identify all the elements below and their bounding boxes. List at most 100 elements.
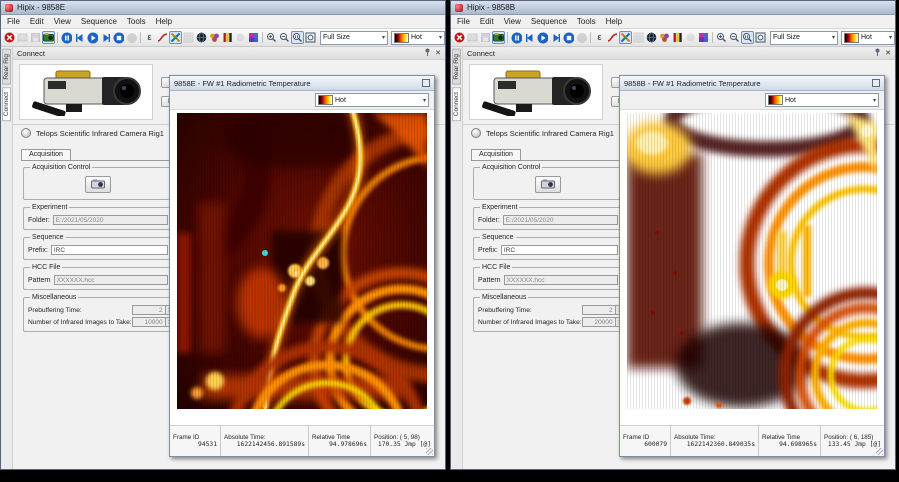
prefix-field[interactable]: [501, 245, 618, 255]
thermal-image[interactable]: [177, 113, 427, 409]
pixel-wizard-icon[interactable]: [619, 31, 632, 44]
pattern-field[interactable]: [504, 275, 618, 285]
zoom-level-select[interactable]: Full Size▾: [770, 31, 838, 45]
window-titlebar[interactable]: Hipix - 9858B: [451, 1, 895, 15]
step-forward-icon[interactable]: [99, 31, 112, 44]
connect-camera-icon[interactable]: [492, 31, 505, 44]
viewer-titlebar[interactable]: 9858E - FW #1 Radiometric Temperature: [170, 76, 434, 91]
globe-icon[interactable]: [195, 31, 208, 44]
menu-view[interactable]: View: [504, 17, 521, 26]
record-icon[interactable]: [575, 31, 588, 44]
maximize-icon[interactable]: [872, 79, 880, 87]
side-tab-connect[interactable]: Connect: [2, 87, 11, 121]
tab-acquisition[interactable]: Acquisition: [21, 149, 71, 160]
calibration-curve-icon[interactable]: [156, 31, 169, 44]
viewer-window: 9858E - FW #1 Radiometric Temperature Ho…: [169, 75, 435, 457]
record-icon[interactable]: [125, 31, 138, 44]
pause-icon[interactable]: [60, 31, 73, 44]
menu-edit[interactable]: Edit: [480, 17, 494, 26]
zoom-level-select[interactable]: Full Size▾: [320, 31, 388, 45]
viewer-colormap-select[interactable]: Hot ▾: [315, 93, 429, 107]
maximize-icon[interactable]: [422, 79, 430, 87]
overlay-icon[interactable]: [684, 31, 697, 44]
stop-icon[interactable]: [112, 31, 125, 44]
camera-photo: [19, 64, 153, 120]
overlay-icon[interactable]: [234, 31, 247, 44]
colormap-icon[interactable]: [697, 31, 710, 44]
menu-view[interactable]: View: [54, 17, 71, 26]
side-tab-connect[interactable]: Connect: [452, 87, 461, 121]
menu-edit[interactable]: Edit: [30, 17, 44, 26]
pin-icon[interactable]: [874, 48, 881, 58]
start-acquisition-button[interactable]: [85, 176, 111, 193]
resize-grip[interactable]: [426, 448, 433, 455]
zoom-out-icon[interactable]: [728, 31, 741, 44]
save-icon[interactable]: [479, 31, 492, 44]
connect-camera-icon[interactable]: [42, 31, 55, 44]
open-icon[interactable]: [466, 31, 479, 44]
colormap-select[interactable]: Hot▾: [841, 31, 895, 45]
zoom-actual-size-icon[interactable]: [741, 31, 754, 44]
side-tab-rear-rig[interactable]: Rear Rig: [2, 49, 11, 85]
viewer-titlebar[interactable]: 9858B - FW #1 Radiometric Temperature: [620, 76, 884, 91]
tab-acquisition[interactable]: Acquisition: [471, 149, 521, 160]
histogram-icon[interactable]: [671, 31, 684, 44]
menu-help[interactable]: Help: [606, 17, 622, 26]
window-titlebar[interactable]: Hipix - 9858E: [1, 1, 445, 15]
grid-icon[interactable]: [182, 31, 195, 44]
save-icon[interactable]: [29, 31, 42, 44]
epsilon-icon[interactable]: ε: [143, 31, 156, 44]
menu-file[interactable]: File: [457, 17, 470, 26]
pause-icon[interactable]: [510, 31, 523, 44]
palette-icon[interactable]: [658, 31, 671, 44]
globe-icon[interactable]: [645, 31, 658, 44]
zoom-fit-icon[interactable]: [304, 31, 317, 44]
grid-icon[interactable]: [632, 31, 645, 44]
step-back-icon[interactable]: [523, 31, 536, 44]
step-back-icon[interactable]: [73, 31, 86, 44]
menu-sequence[interactable]: Sequence: [81, 17, 117, 26]
play-icon[interactable]: [86, 31, 99, 44]
position-value[interactable]: 170.35 Jmp [@]: [374, 441, 431, 448]
menu-tools[interactable]: Tools: [577, 17, 596, 26]
palette-icon[interactable]: [208, 31, 221, 44]
zoom-in-icon[interactable]: [715, 31, 728, 44]
step-forward-icon[interactable]: [549, 31, 562, 44]
close-icon[interactable]: ✕: [435, 50, 441, 57]
play-icon[interactable]: [536, 31, 549, 44]
abort-icon[interactable]: [3, 31, 16, 44]
position-value[interactable]: 133.45 Jmp [@]: [824, 441, 881, 448]
abort-icon[interactable]: [453, 31, 466, 44]
colormap-select[interactable]: Hot▾: [391, 31, 445, 45]
menu-file[interactable]: File: [7, 17, 20, 26]
epsilon-icon[interactable]: ε: [593, 31, 606, 44]
menu-sequence[interactable]: Sequence: [531, 17, 567, 26]
close-icon[interactable]: ✕: [885, 50, 891, 57]
calibration-curve-icon[interactable]: [606, 31, 619, 44]
open-icon[interactable]: [16, 31, 29, 44]
viewer-colormap-select[interactable]: Hot ▾: [765, 93, 879, 107]
colormap-icon[interactable]: [247, 31, 260, 44]
toolbar: ε: [1, 29, 445, 47]
menu-help[interactable]: Help: [156, 17, 172, 26]
colorbar-icon: [318, 95, 333, 105]
pixel-wizard-icon[interactable]: [169, 31, 182, 44]
folder-field[interactable]: [53, 215, 168, 225]
pattern-field[interactable]: [54, 275, 168, 285]
zoom-actual-size-icon[interactable]: [291, 31, 304, 44]
start-acquisition-button[interactable]: [535, 176, 561, 193]
menu-tools[interactable]: Tools: [127, 17, 146, 26]
zoom-fit-icon[interactable]: [754, 31, 767, 44]
side-tab-rear-rig[interactable]: Rear Rig: [452, 49, 461, 85]
stop-icon[interactable]: [562, 31, 575, 44]
pin-icon[interactable]: [424, 48, 431, 58]
thermal-image[interactable]: [627, 113, 877, 409]
prefix-field[interactable]: [51, 245, 168, 255]
zoom-in-icon[interactable]: [265, 31, 278, 44]
zoom-out-icon[interactable]: [278, 31, 291, 44]
histogram-icon[interactable]: [221, 31, 234, 44]
resize-grip[interactable]: [876, 448, 883, 455]
folder-field[interactable]: [503, 215, 618, 225]
connect-panel-header: Connect ✕: [463, 47, 895, 60]
relative-time-value: 94.698965s: [762, 441, 817, 448]
